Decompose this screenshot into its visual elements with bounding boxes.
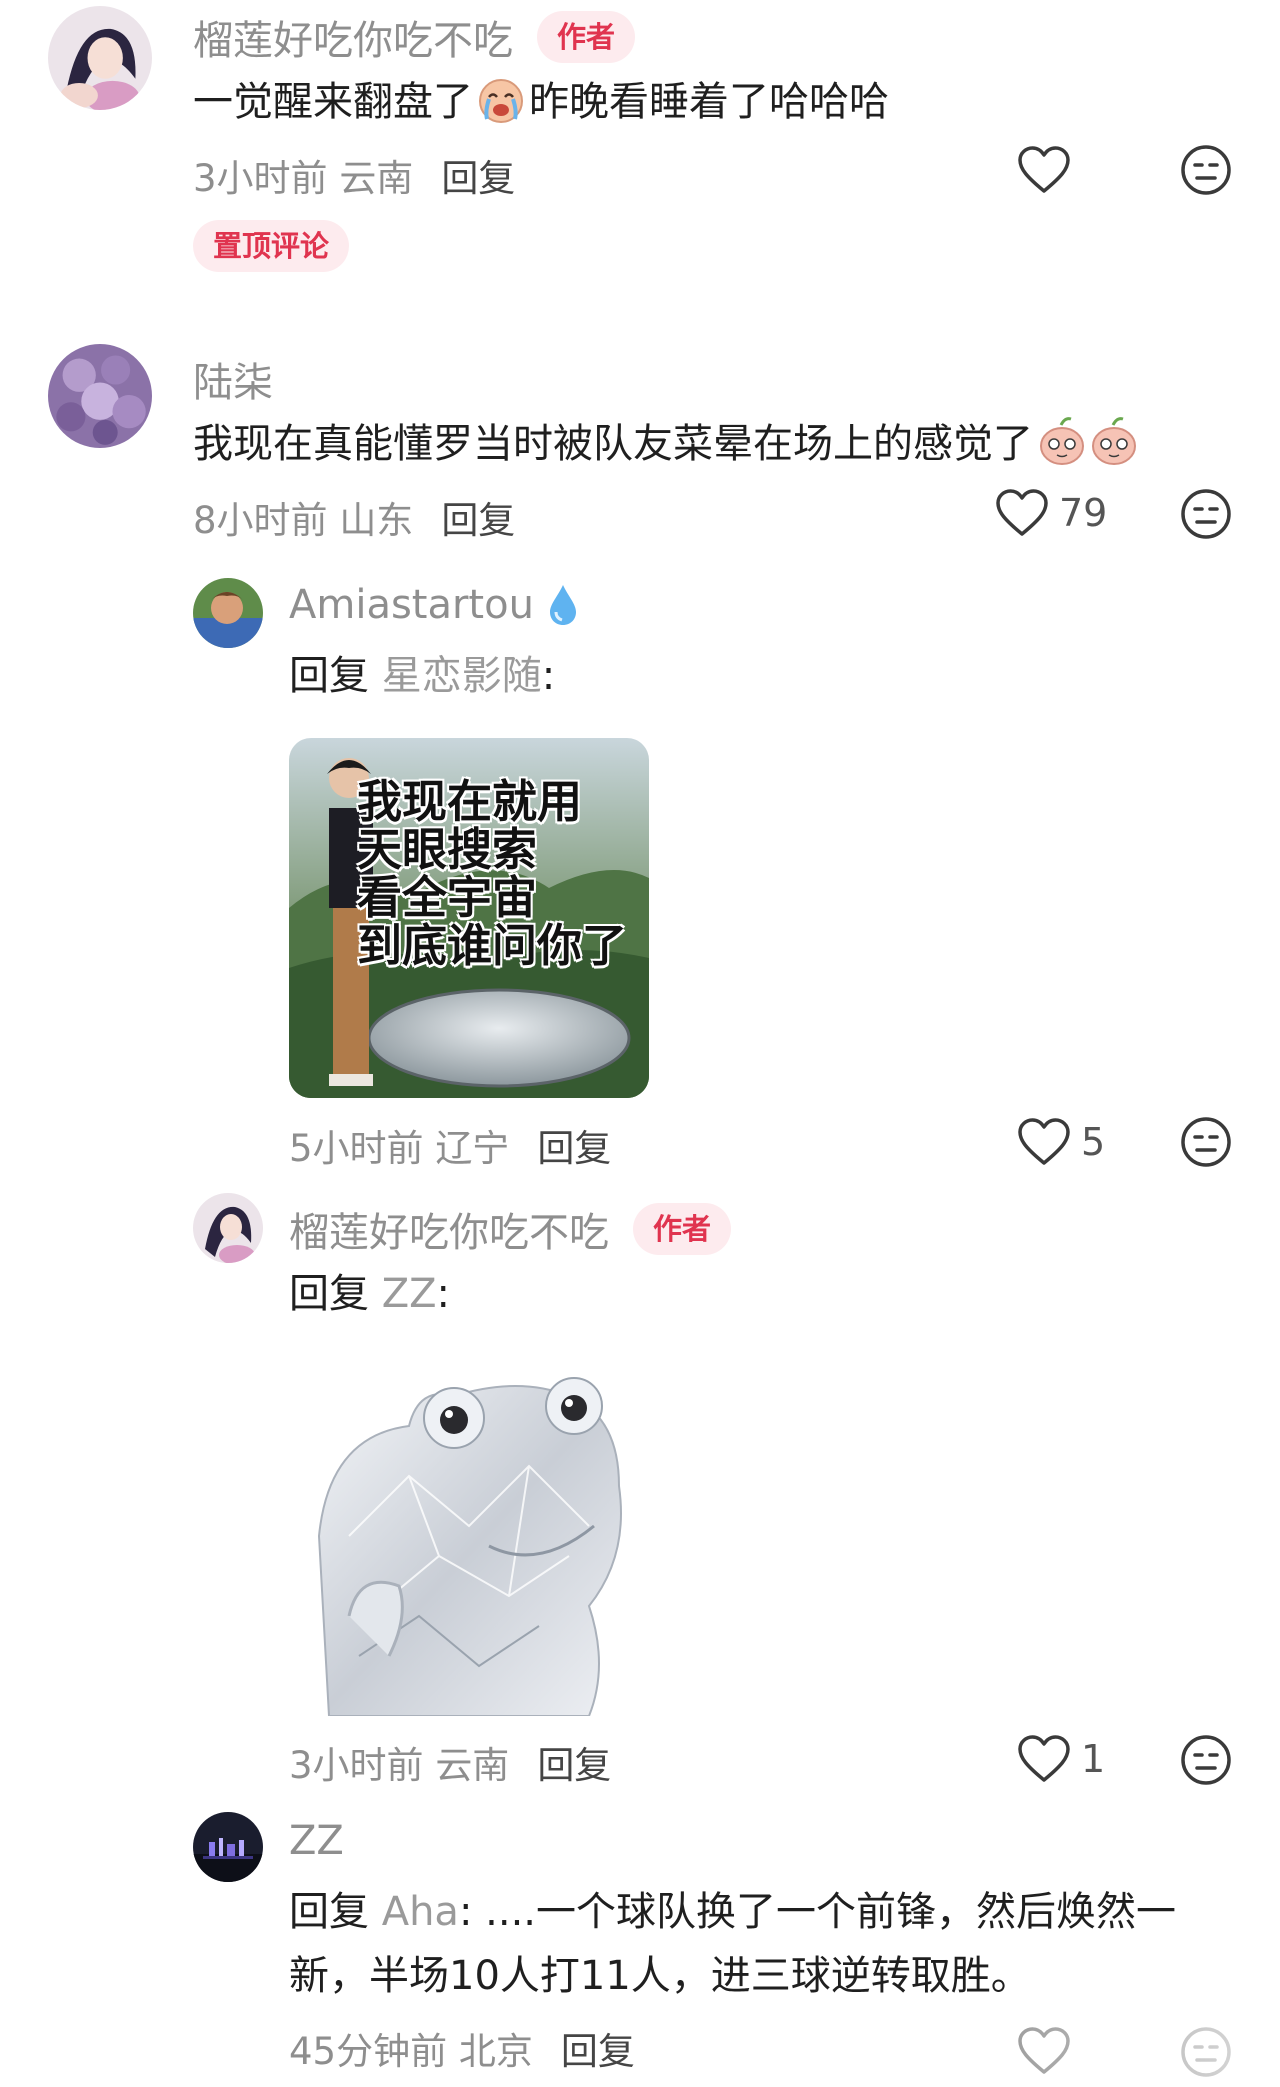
comment-text-line2: 新，半场10人打11人，进三球逆转取胜。 — [289, 1953, 1031, 1999]
reply-button[interactable]: 回复 — [441, 157, 515, 200]
comment-meta: 3小时前 云南 回复 — [193, 157, 516, 200]
reply-to-line: 回复 星恋影随: — [289, 653, 556, 699]
like-button[interactable]: 79 — [995, 488, 1107, 538]
username[interactable]: 陆柒 — [193, 350, 273, 408]
username[interactable]: ZZ — [289, 1818, 344, 1864]
reply-button[interactable]: 回复 — [537, 1744, 611, 1787]
meme-caption: 我现在就用 天眼搜索 看全宇宙 到底谁问你了 — [357, 775, 628, 972]
like-count: 1 — [1081, 1737, 1106, 1781]
author-badge: 作者 — [633, 1203, 732, 1255]
comment-text: 一觉醒来翻盘了 昨晚看睡着了哈哈哈 — [193, 70, 889, 134]
reply-to-user[interactable]: ZZ — [382, 1271, 437, 1317]
like-count: 5 — [1081, 1120, 1106, 1164]
author-badge: 作者 — [537, 11, 636, 63]
dislike-face-icon[interactable] — [1180, 1734, 1232, 1786]
like-button[interactable]: 5 — [1017, 1117, 1105, 1167]
username[interactable]: 榴莲好吃你吃不吃 — [193, 8, 513, 66]
comment-meta: 45分钟前 北京 回复 — [289, 2030, 635, 2073]
heart-icon — [995, 488, 1049, 538]
reply-button[interactable]: 回复 — [561, 2030, 635, 2073]
dislike-face-icon[interactable] — [1180, 488, 1232, 540]
comment-meta: 8小时前 山东 回复 — [193, 499, 516, 542]
avatar[interactable] — [193, 1193, 263, 1263]
heart-icon[interactable] — [1017, 145, 1071, 195]
comment-meta: 5小时前 辽宁 回复 — [289, 1127, 612, 1170]
dislike-face-icon[interactable] — [1180, 1116, 1232, 1168]
reply-button[interactable]: 回复 — [441, 499, 515, 542]
username[interactable]: 榴莲好吃你吃不吃 — [289, 1200, 609, 1258]
heart-icon — [1017, 1117, 1071, 1167]
dislike-face-icon[interactable] — [1180, 144, 1232, 196]
reply-button[interactable]: 回复 — [537, 1127, 611, 1170]
avatar[interactable] — [193, 578, 263, 648]
comment-meta: 3小时前 云南 回复 — [289, 1744, 612, 1787]
reply-to-user[interactable]: Aha — [382, 1889, 459, 1935]
like-button[interactable]: 1 — [1017, 1734, 1105, 1784]
comment-text: 我现在真能懂罗当时被队友菜晕在场上的感觉了 — [193, 412, 1141, 476]
reply-to-user[interactable]: 星恋影随 — [382, 653, 542, 699]
heart-icon — [1017, 1734, 1071, 1784]
like-count: 79 — [1059, 491, 1108, 535]
avatar[interactable] — [193, 1812, 263, 1882]
crystal-frog-sticker[interactable] — [289, 1356, 649, 1716]
meme-image[interactable]: 我现在就用 天眼搜索 看全宇宙 到底谁问你了 — [289, 738, 649, 1098]
avatar[interactable] — [48, 6, 152, 110]
reply-to-line: 回复 ZZ: — [289, 1271, 451, 1317]
avatar[interactable] — [48, 344, 152, 448]
water-drop-icon — [546, 582, 580, 628]
crying-face-emoji — [475, 73, 527, 125]
username[interactable]: Amiastartou — [289, 582, 534, 628]
dizzy-peach-emoji — [1037, 415, 1141, 467]
bottom-fade — [960, 2010, 1280, 2087]
pinned-badge: 置顶评论 — [193, 220, 350, 272]
comment-text: 回复 Aha: ....一个球队换了一个前锋，然后焕然一 — [289, 1889, 1177, 1935]
